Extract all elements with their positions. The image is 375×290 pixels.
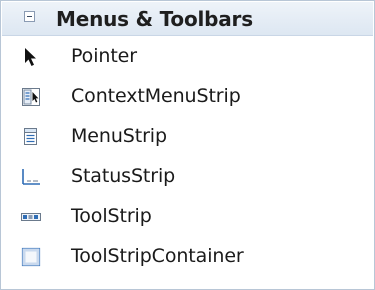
toolbox-item-label: MenuStrip xyxy=(71,125,167,147)
toolbox-item-label: ToolStrip xyxy=(71,205,152,227)
collapse-toggle-icon[interactable] xyxy=(24,11,35,22)
toolbox-item-statusstrip[interactable]: StatusStrip xyxy=(2,157,373,197)
toolbox-item-toolstripcontainer[interactable]: ToolStripContainer xyxy=(2,237,373,277)
tool-strip-container-icon xyxy=(21,247,41,267)
group-header-menus-toolbars[interactable]: Menus & Toolbars xyxy=(2,2,373,36)
toolbox-item-label: ToolStripContainer xyxy=(71,245,244,267)
toolbox-item-label: ContextMenuStrip xyxy=(71,85,241,107)
toolbox-panel: Menus & Toolbars Pointer ContextMenuStri… xyxy=(0,0,375,290)
toolbox-item-menustrip[interactable]: MenuStrip xyxy=(2,117,373,157)
pointer-icon xyxy=(21,47,41,67)
menu-strip-icon xyxy=(21,127,41,147)
toolbox-item-label: StatusStrip xyxy=(71,165,176,187)
group-title: Menus & Toolbars xyxy=(56,7,253,31)
toolbox-item-label: Pointer xyxy=(71,45,137,67)
context-menu-strip-icon xyxy=(21,87,41,107)
toolbox-item-contextmenustrip[interactable]: ContextMenuStrip xyxy=(2,77,373,117)
status-strip-icon xyxy=(21,167,41,187)
toolbox-item-pointer[interactable]: Pointer xyxy=(2,37,373,77)
tool-strip-icon xyxy=(21,207,41,227)
toolbox-item-toolstrip[interactable]: ToolStrip xyxy=(2,197,373,237)
